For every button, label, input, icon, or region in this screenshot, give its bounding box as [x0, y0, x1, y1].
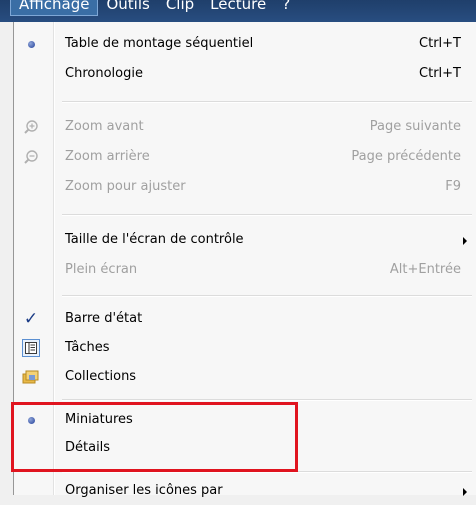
menu-item-shortcut: F9: [445, 179, 461, 194]
menu-item-zoom-avant[interactable]: Zoom avant Page suivante: [14, 113, 475, 141]
menu-item-label: Barre d'état: [65, 311, 143, 326]
tasks-pane-icon: [22, 339, 40, 357]
menu-item-table-de-montage[interactable]: Table de montage séquentiel Ctrl+T: [14, 30, 475, 58]
menu-separator: [62, 295, 472, 297]
collections-folder-icon: [22, 368, 40, 386]
menubar-help[interactable]: ?: [274, 0, 298, 15]
menu-item-label: Chronologie: [65, 66, 143, 81]
menu-item-shortcut: Ctrl+T: [419, 36, 461, 51]
menu-separator: [62, 101, 472, 103]
menu-item-shortcut: Ctrl+T: [419, 66, 461, 81]
menubar-lecture[interactable]: Lecture: [202, 0, 274, 15]
submenu-arrow-icon: [463, 237, 467, 245]
menu-separator: [62, 399, 472, 401]
red-highlight-box: [11, 402, 298, 472]
menu-item-label: Zoom arrière: [65, 149, 150, 164]
menu-item-label: Zoom avant: [65, 119, 144, 134]
menu-bar: Affichage Outils Clip Lecture ?: [0, 0, 476, 22]
menu-item-organiser-icones[interactable]: Organiser les icônes par: [14, 477, 475, 505]
menu-item-shortcut: Alt+Entrée: [389, 262, 461, 277]
menu-separator: [62, 214, 472, 216]
zoom-in-icon: [22, 118, 40, 136]
menu-item-label: Tâches: [65, 340, 110, 355]
menu-item-zoom-arriere[interactable]: Zoom arrière Page précédente: [14, 143, 475, 171]
menu-item-label: Plein écran: [65, 262, 138, 277]
menu-item-taches[interactable]: Tâches: [14, 334, 475, 362]
menu-item-chronologie[interactable]: Chronologie Ctrl+T: [14, 60, 475, 88]
menu-item-label: Collections: [65, 369, 137, 384]
checkmark-icon: ✓: [23, 309, 39, 329]
menu-item-label: Zoom pour ajuster: [65, 179, 186, 194]
menu-item-shortcut: Page précédente: [351, 149, 461, 164]
zoom-out-icon: [22, 148, 40, 166]
menu-item-label: Taille de l'écran de contrôle: [65, 232, 244, 247]
menu-item-collections[interactable]: Collections: [14, 363, 475, 391]
menu-item-label: Table de montage séquentiel: [65, 36, 254, 51]
radio-bullet-icon: [22, 35, 40, 53]
menubar-affichage[interactable]: Affichage: [10, 0, 99, 16]
menubar-outils[interactable]: Outils: [98, 0, 157, 15]
menubar-clip[interactable]: Clip: [158, 0, 202, 15]
menu-item-taille-ecran-controle[interactable]: Taille de l'écran de contrôle: [14, 226, 475, 254]
menu-item-shortcut: Page suivante: [369, 119, 461, 134]
menu-item-barre-etat[interactable]: ✓ Barre d'état: [14, 305, 475, 333]
menu-item-zoom-pour-ajuster[interactable]: Zoom pour ajuster F9: [14, 173, 475, 201]
menu-item-label: Organiser les icônes par: [65, 483, 223, 498]
menu-item-plein-ecran[interactable]: Plein écran Alt+Entrée: [14, 256, 475, 284]
